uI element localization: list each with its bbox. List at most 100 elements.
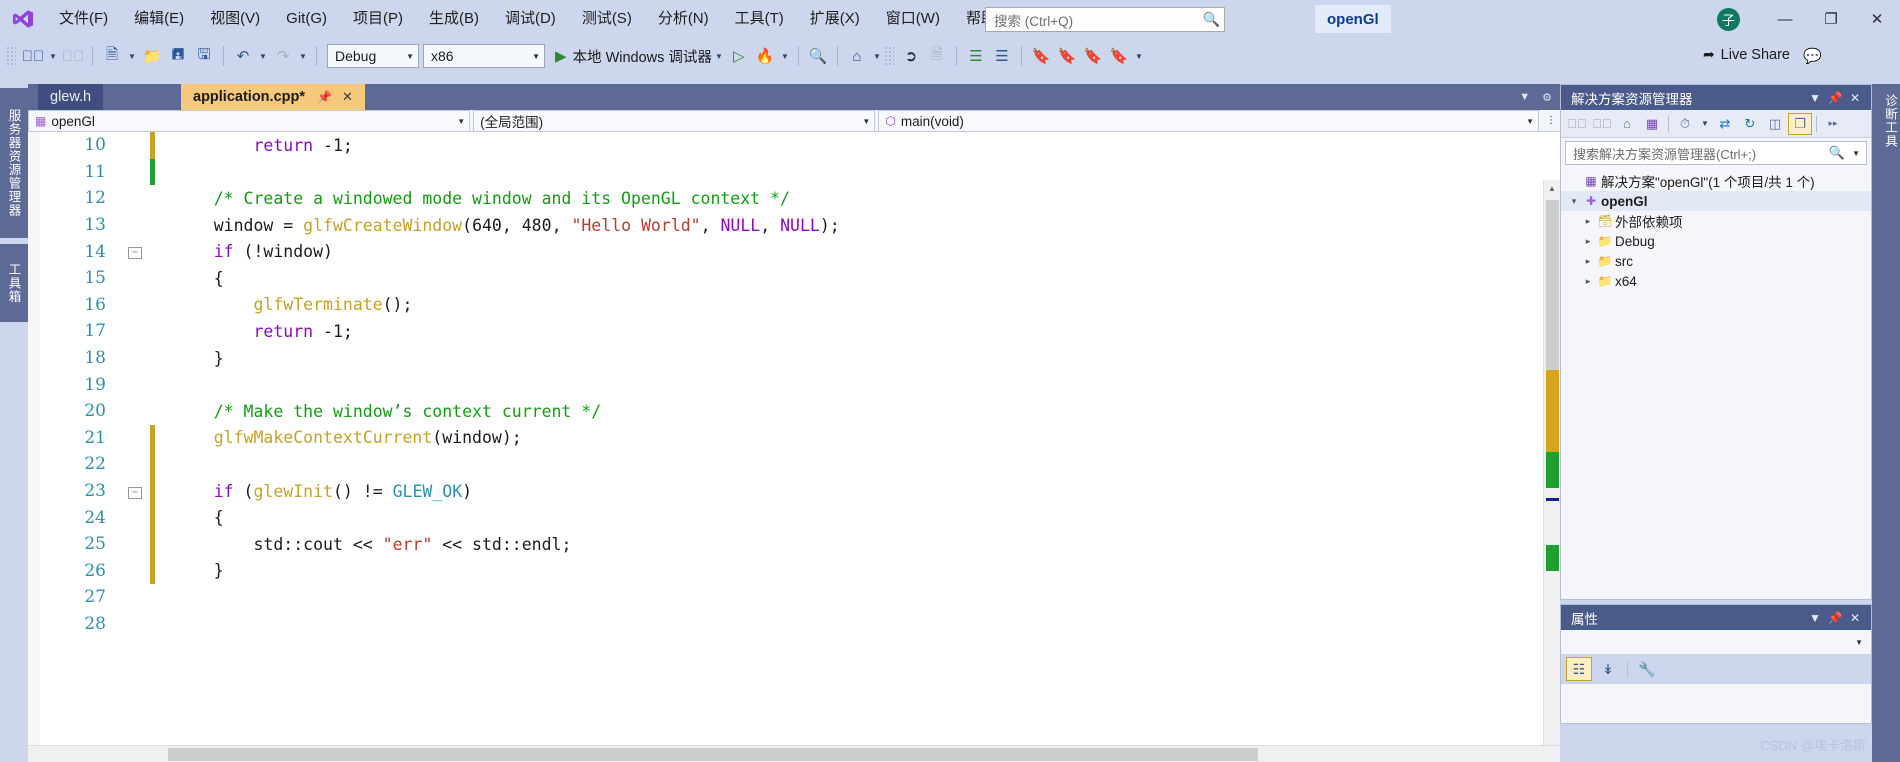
- new-project-dropdown-icon[interactable]: ▼: [125, 52, 139, 61]
- expander-icon[interactable]: ▸: [1581, 256, 1595, 267]
- code-line[interactable]: 28: [28, 611, 1560, 638]
- window-layout-dropdown-icon[interactable]: ▼: [870, 52, 884, 61]
- toolbar-grip[interactable]: [883, 46, 894, 66]
- property-pages-icon[interactable]: 🔧: [1634, 657, 1660, 681]
- nav-project-combo[interactable]: ▦ openGl ▼: [28, 110, 471, 132]
- navigate-back-icon[interactable]: ◀⃝: [20, 43, 46, 69]
- minimize-button[interactable]: —: [1762, 0, 1808, 38]
- code-line[interactable]: 23− if (glewInit() != GLEW_OK): [28, 477, 1560, 505]
- pin-icon[interactable]: 📌: [317, 90, 332, 104]
- find-in-files-icon[interactable]: 🔍: [805, 43, 831, 69]
- expander-icon[interactable]: ▾: [1567, 196, 1581, 207]
- expander-icon[interactable]: ▸: [1581, 276, 1595, 287]
- expander-icon[interactable]: ▸: [1581, 216, 1595, 227]
- tree-node[interactable]: ▸ 📁 Debug: [1561, 231, 1871, 251]
- nav-function-combo[interactable]: ⬡ main(void) ▼: [878, 110, 1540, 132]
- fold-toggle-icon[interactable]: −: [120, 244, 150, 260]
- menu-view[interactable]: 视图(V): [197, 0, 273, 38]
- scroll-up-icon[interactable]: ▲: [1544, 180, 1560, 197]
- format-indent-icon[interactable]: ☰: [963, 43, 989, 69]
- overflow-icon[interactable]: ▸▸: [1821, 113, 1845, 135]
- tree-node[interactable]: ▸ 🗃 外部依赖项: [1561, 211, 1871, 231]
- navigate-back-dropdown-icon[interactable]: ▼: [46, 52, 60, 61]
- forward-icon[interactable]: ▶⃝: [1590, 113, 1614, 135]
- comment-lines-icon[interactable]: ☰: [989, 43, 1015, 69]
- bookmark-overflow-icon[interactable]: ▼: [1132, 52, 1146, 61]
- close-icon[interactable]: ✕: [1845, 91, 1865, 105]
- avatar[interactable]: 子: [1717, 8, 1740, 31]
- redo-icon[interactable]: ↷: [270, 43, 296, 69]
- save-all-icon[interactable]: 🖫: [191, 43, 217, 69]
- editor-horizontal-scrollbar[interactable]: [28, 745, 1560, 762]
- pin-icon[interactable]: 📌: [1825, 611, 1845, 625]
- navigate-forward-icon[interactable]: ▶⃝: [60, 43, 86, 69]
- sync-with-active-document-icon[interactable]: ▦: [1640, 113, 1664, 135]
- maximize-button[interactable]: ❐: [1808, 0, 1854, 38]
- menu-analyze[interactable]: 分析(N): [645, 0, 722, 38]
- start-debugging-button[interactable]: ▶ 本地 Windows 调试器 ▼: [555, 46, 726, 67]
- hot-reload-icon[interactable]: 🔥: [752, 43, 778, 69]
- fold-toggle-icon[interactable]: −: [120, 484, 150, 499]
- undo-dropdown-icon[interactable]: ▼: [256, 52, 270, 61]
- toolbox-strip[interactable]: 工具箱: [0, 244, 28, 322]
- properties-grid[interactable]: [1561, 684, 1871, 723]
- gear-icon[interactable]: ⚙: [1542, 91, 1552, 104]
- start-debugging-dropdown-icon[interactable]: ▼: [712, 52, 726, 61]
- menu-edit[interactable]: 编辑(E): [121, 0, 197, 38]
- solution-platform-combo[interactable]: x86 ▼: [423, 44, 545, 68]
- global-search-box[interactable]: 搜索 (Ctrl+Q) 🔍: [985, 7, 1225, 32]
- tree-node[interactable]: ▾ ✚ openGl: [1561, 191, 1871, 211]
- bookmark-next-icon[interactable]: 🔖: [1080, 43, 1106, 69]
- chevron-down-icon[interactable]: ▼: [1805, 611, 1825, 625]
- nav-scope-combo[interactable]: (全局范围) ▼: [473, 110, 876, 132]
- project-name-chip[interactable]: openGl: [1315, 5, 1391, 33]
- menu-debug[interactable]: 调试(D): [492, 0, 569, 38]
- home-icon[interactable]: ⌂: [1615, 113, 1639, 135]
- code-editor[interactable]: 10 return -1; 11 12 /* Create a windowed m…: [28, 132, 1560, 762]
- code-line[interactable]: 26 }: [28, 557, 1560, 585]
- show-all-files-icon[interactable]: ❐: [1788, 112, 1812, 135]
- tree-node[interactable]: ▦ 解决方案"openGl"(1 个项目/共 1 个): [1561, 171, 1871, 191]
- chevron-down-icon[interactable]: ▼: [1698, 119, 1712, 128]
- properties-object-selector[interactable]: ▼: [1561, 630, 1871, 654]
- menu-git[interactable]: Git(G): [273, 0, 340, 38]
- horizontal-scroll-thumb[interactable]: [168, 748, 1258, 761]
- solution-configuration-combo[interactable]: Debug ▼: [327, 44, 419, 68]
- code-line[interactable]: 17 return -1;: [28, 318, 1560, 345]
- new-project-icon[interactable]: 🗎: [99, 43, 125, 69]
- chevron-down-icon[interactable]: ▼: [1519, 91, 1530, 103]
- collapse-all-icon[interactable]: ◫: [1763, 113, 1787, 135]
- redo-dropdown-icon[interactable]: ▼: [296, 52, 310, 61]
- bookmark-clear-icon[interactable]: 🔖: [1106, 43, 1132, 69]
- split-view-icon[interactable]: ⋮: [1542, 110, 1560, 131]
- bookmark-icon[interactable]: 🔖: [1028, 43, 1054, 69]
- menu-test[interactable]: 测试(S): [569, 0, 645, 38]
- editor-tab-glew-h[interactable]: glew.h: [38, 84, 104, 110]
- code-line[interactable]: 18 }: [28, 345, 1560, 372]
- menu-extensions[interactable]: 扩展(X): [797, 0, 873, 38]
- save-icon[interactable]: 🖪: [165, 43, 191, 69]
- code-line[interactable]: 25 std::cout << "err" << std::endl;: [28, 530, 1560, 558]
- editor-vertical-scrollbar[interactable]: ▲: [1543, 180, 1560, 762]
- tree-node[interactable]: ▸ 📁 x64: [1561, 271, 1871, 291]
- code-line[interactable]: 20 /* Make the window’s context current …: [28, 398, 1560, 425]
- menu-window[interactable]: 窗口(W): [873, 0, 953, 38]
- solution-explorer-search[interactable]: 搜索解决方案资源管理器(Ctrl+;) 🔍 ▼: [1565, 141, 1867, 165]
- diagnostic-tools-strip[interactable]: 诊断工具: [1872, 84, 1900, 148]
- back-icon[interactable]: ◀⃝: [1565, 113, 1589, 135]
- sync-icon[interactable]: ⇄: [1713, 113, 1737, 135]
- close-button[interactable]: ✕: [1854, 0, 1900, 38]
- bookmark-prev-icon[interactable]: 🔖: [1054, 43, 1080, 69]
- expander-icon[interactable]: ▸: [1581, 236, 1595, 247]
- code-line[interactable]: 22: [28, 451, 1560, 478]
- categorized-view-icon[interactable]: ☷: [1566, 657, 1592, 681]
- window-home-icon[interactable]: ⌂: [844, 43, 870, 69]
- refresh-icon[interactable]: ↻: [1738, 113, 1762, 135]
- undo-icon[interactable]: ↶: [230, 43, 256, 69]
- live-share-button[interactable]: ➦ Live Share: [1703, 46, 1790, 63]
- menu-file[interactable]: 文件(F): [46, 0, 121, 38]
- select-pointer-icon[interactable]: ➲: [898, 43, 924, 69]
- code-line[interactable]: 27: [28, 584, 1560, 611]
- editor-tab-application-cpp[interactable]: application.cpp* 📌 ✕: [181, 84, 365, 110]
- code-line[interactable]: 15 {: [28, 265, 1560, 292]
